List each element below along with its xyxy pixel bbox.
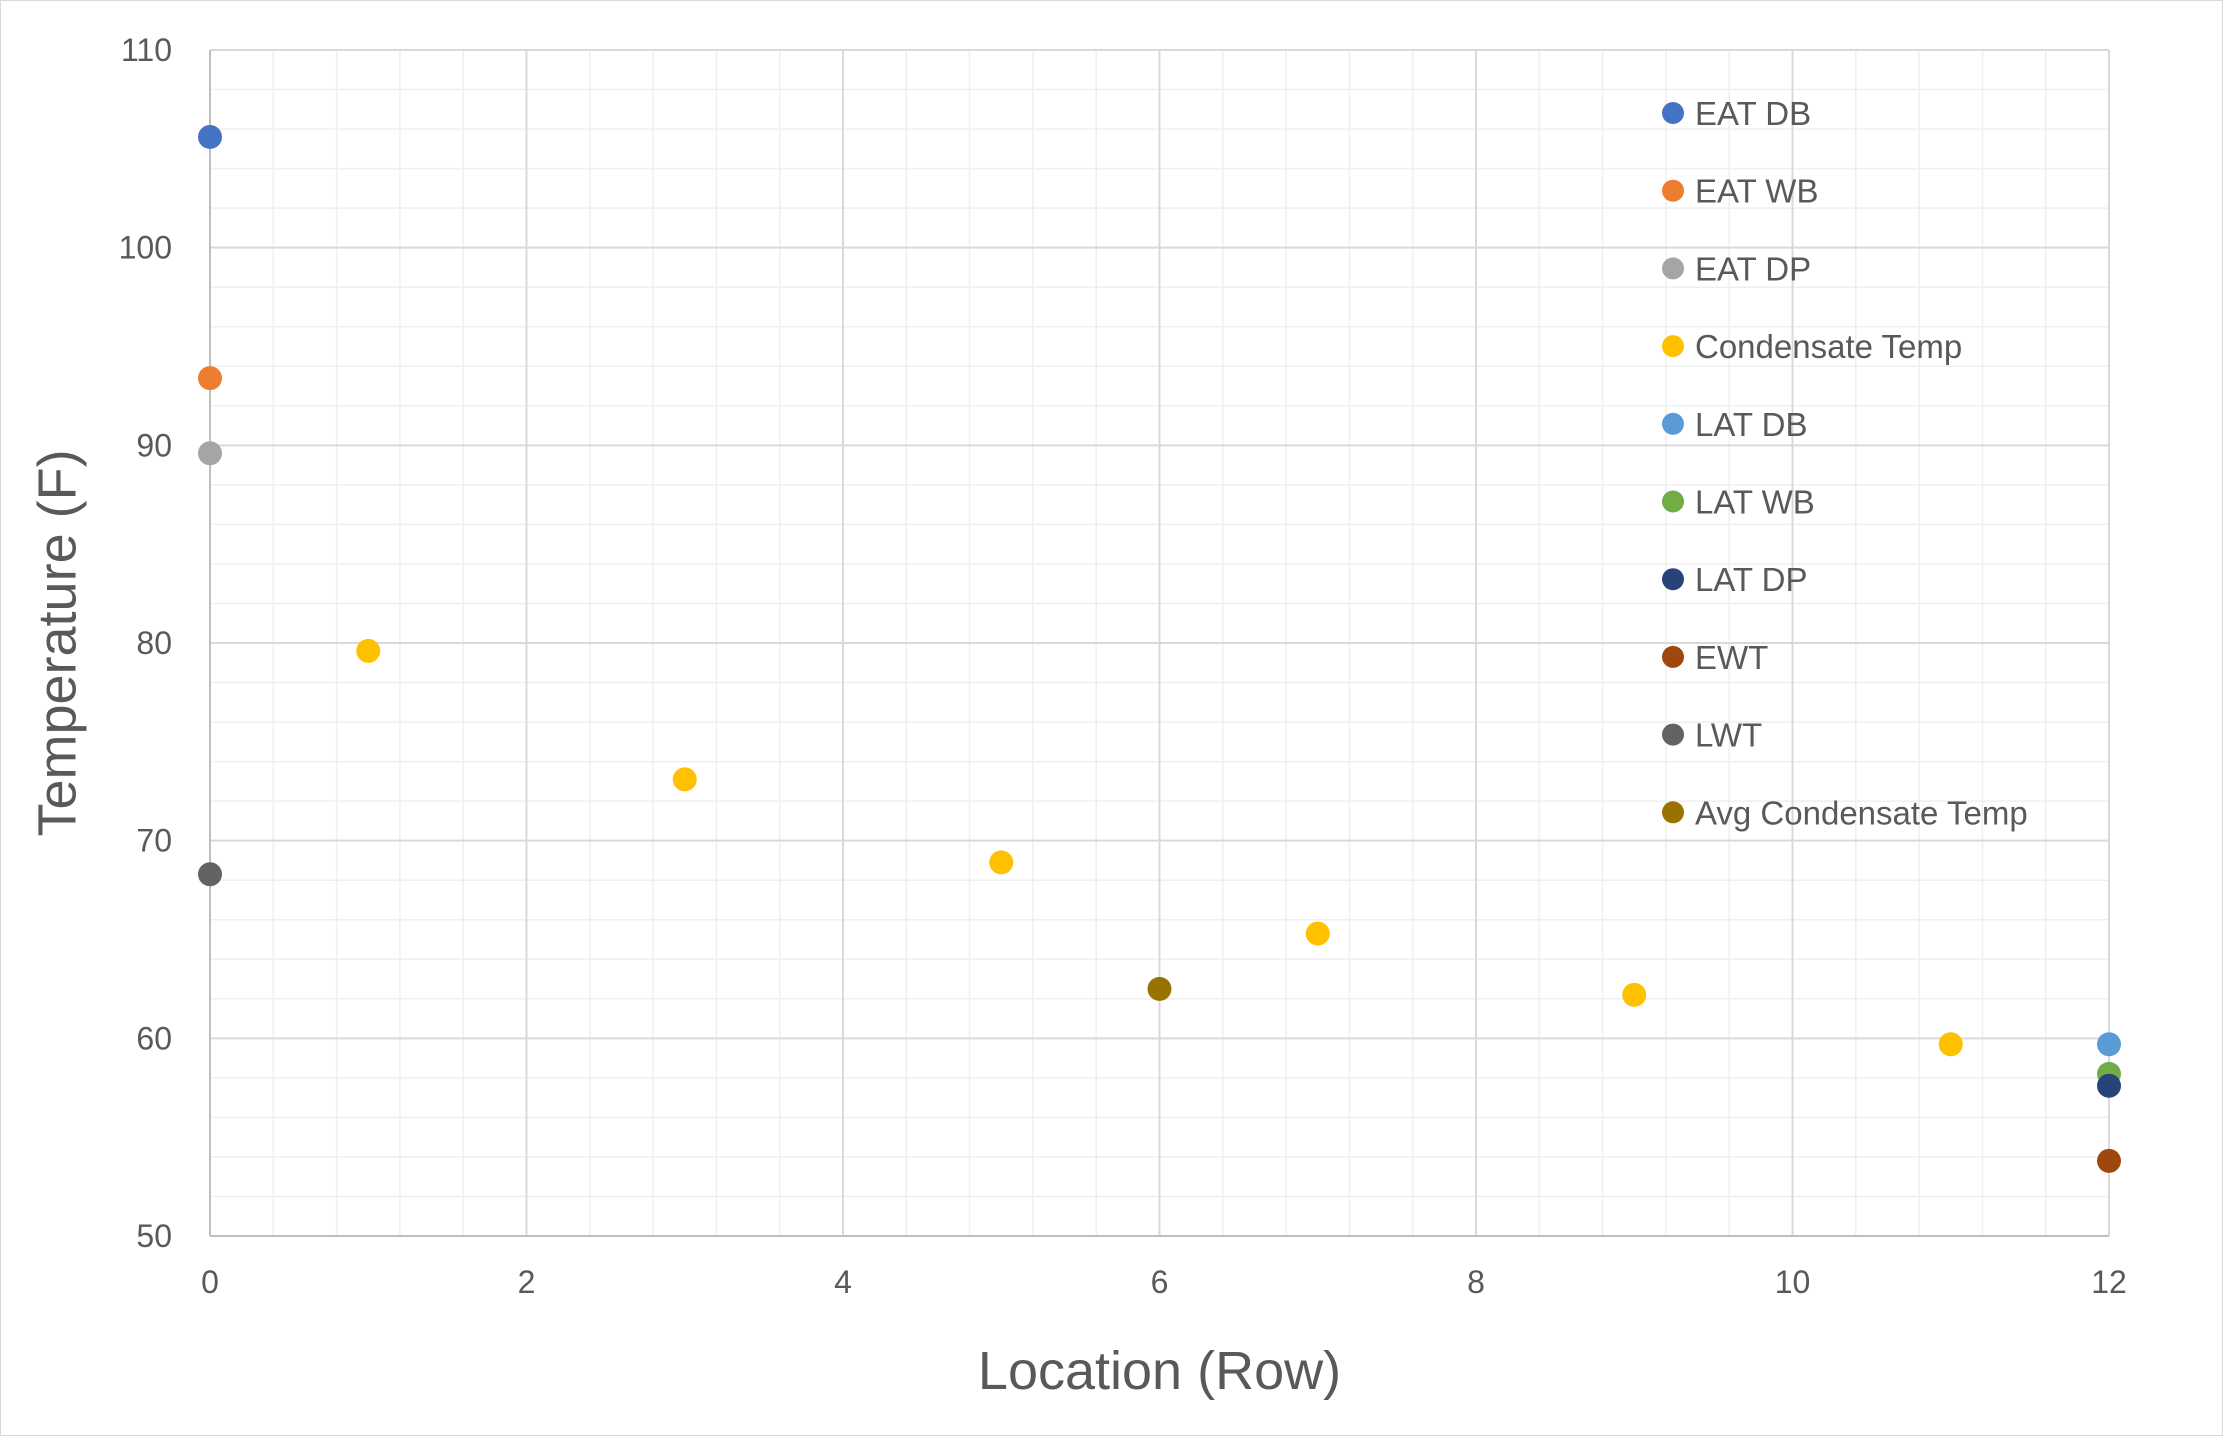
tick-labels: 0 2 4 6 8 10 12 50 60 70 80 90 100 110	[119, 32, 2127, 1300]
legend-marker	[1662, 490, 1684, 513]
x-axis-title: Location (Row)	[978, 1341, 1341, 1401]
y-tick-label: 60	[136, 1020, 172, 1056]
data-point	[1147, 976, 1172, 1001]
legend-marker	[1662, 335, 1684, 358]
data-point	[198, 366, 222, 391]
chart-frame: 0 2 4 6 8 10 12 50 60 70 80 90 100 110 EAT DB EAT WB EA…	[0, 0, 2223, 1436]
legend-label: LWT	[1695, 717, 1762, 754]
x-tick-label: 8	[1467, 1264, 1485, 1300]
x-tick-label: 0	[201, 1264, 219, 1300]
legend-marker	[1662, 723, 1684, 746]
y-axis-title: Temperature (F)	[27, 449, 87, 836]
legend-label: EWT	[1695, 639, 1768, 676]
y-tick-label: 80	[136, 625, 172, 661]
data-point	[672, 767, 697, 792]
x-tick-label: 6	[1151, 1264, 1169, 1300]
data-point	[2097, 1032, 2121, 1057]
legend-label: EAT DB	[1695, 95, 1811, 132]
data-point	[1622, 982, 1647, 1007]
data-point	[1938, 1032, 1963, 1057]
data-point	[198, 862, 222, 887]
data-point	[2097, 1073, 2121, 1098]
legend-label: Avg Condensate Temp	[1695, 794, 2028, 831]
legend-marker	[1662, 801, 1684, 824]
data-point	[1305, 921, 1330, 946]
legend-label: Condensate Temp	[1695, 328, 1962, 365]
x-tick-label: 2	[518, 1264, 536, 1300]
data-point	[198, 124, 222, 149]
legend-marker	[1662, 179, 1684, 202]
legend-label: EAT DP	[1695, 250, 1811, 287]
y-tick-label: 70	[136, 823, 172, 859]
x-tick-label: 4	[834, 1264, 852, 1300]
legend-label: LAT DP	[1695, 561, 1808, 598]
legend: EAT DB EAT WB EAT DP Condensate Temp LAT DB L…	[1662, 95, 2028, 831]
major-gridlines	[210, 49, 2110, 1236]
scatter-chart: 0 2 4 6 8 10 125060708090100110 EAT DBEAT WBEA…	[27, 32, 2127, 1401]
legend-marker	[1662, 102, 1684, 124]
legend-marker	[1662, 568, 1684, 591]
y-tick-label: 50	[136, 1218, 172, 1254]
y-tick-label: 90	[136, 427, 172, 463]
data-point	[2097, 1148, 2121, 1173]
y-tick-label: 110	[121, 32, 172, 68]
x-tick-label: 10	[1775, 1264, 1811, 1300]
legend-label: EAT WB	[1695, 173, 1818, 210]
data-point	[356, 638, 381, 663]
data-point	[198, 441, 222, 466]
legend-label: LAT WB	[1695, 484, 1815, 521]
legend-marker	[1662, 645, 1684, 668]
legend-label: LAT DB	[1695, 406, 1808, 443]
data-point	[989, 850, 1014, 875]
y-tick-label: 100	[119, 230, 172, 266]
x-tick-label: 12	[2091, 1264, 2127, 1300]
legend-marker	[1662, 412, 1684, 435]
legend-marker	[1662, 257, 1684, 280]
